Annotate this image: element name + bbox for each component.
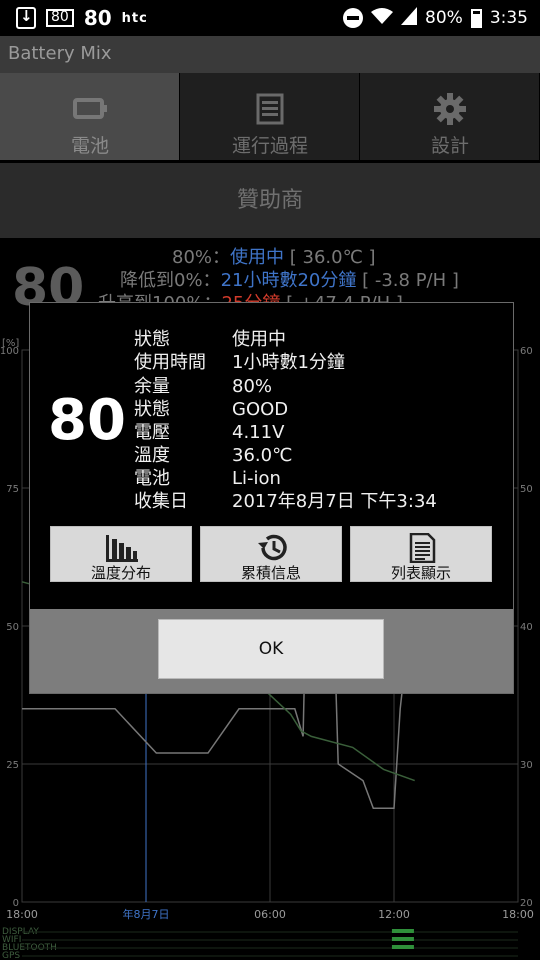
lane-label: GPS — [2, 951, 20, 960]
battery-level-indicator: 80 — [83, 6, 112, 30]
dialog-row: 使用時間 1小時數1分鐘 — [134, 348, 345, 374]
y-tick-label-right: 30 — [520, 760, 533, 771]
ok-button[interactable]: OK — [158, 619, 384, 679]
tab-bar: 電池 運行過程 設計 — [0, 73, 540, 160]
dialog-row-value: 2017年8月7日 下午3:34 — [232, 491, 437, 512]
y-tick-label-left: 75 — [6, 484, 19, 495]
summary-line-charge: 升高到100%：25分鐘 [ +47.4 P/H ] — [98, 289, 403, 303]
dialog-content: 80 狀態 使用中 使用時間 1小時數1分鐘 余量 80% 狀態 GOOD 電壓 4.11… — [30, 303, 513, 609]
status-bar-right: 80% 3:35 — [343, 4, 528, 32]
dialog-row-value: Li-ion — [232, 468, 281, 489]
battery-icon — [470, 8, 482, 28]
gear-icon — [432, 93, 468, 125]
tab-battery[interactable]: 電池 — [0, 73, 180, 160]
button-label: 列表顯示 — [390, 564, 451, 582]
lane-activity-bar — [391, 929, 414, 933]
x-tick-label: 06:00 — [254, 908, 286, 921]
battery-percent: 80% — [425, 8, 463, 28]
summary-prefix: 80%： — [172, 247, 231, 268]
y-tick-label-left: 25 — [6, 760, 19, 771]
signal-icon — [401, 6, 418, 30]
battery-badge-icon: 80 — [46, 9, 74, 27]
list-icon — [252, 93, 288, 125]
clock: 3:35 — [489, 8, 528, 28]
cumulative-info-button[interactable]: 累積信息 — [200, 526, 342, 582]
dialog-row-key: 收集日 — [134, 491, 188, 512]
app-bar: Battery Mix — [0, 36, 540, 73]
dialog-row-value: GOOD — [232, 399, 289, 420]
app-title: Battery Mix — [8, 43, 112, 64]
lane-activity-bar — [391, 945, 414, 949]
button-label: 累積信息 — [240, 564, 301, 582]
download-icon — [16, 7, 36, 29]
do-not-disturb-icon — [343, 8, 364, 28]
status-bar-left: 80 80 htc — [16, 4, 148, 32]
tab-label: 運行過程 — [231, 135, 308, 157]
y-unit-label: [%] — [2, 338, 19, 349]
battery-info-dialog: 80 狀態 使用中 使用時間 1小時數1分鐘 余量 80% 狀態 GOOD 電壓 4.11… — [29, 302, 514, 694]
tab-process[interactable]: 運行過程 — [180, 73, 360, 160]
dialog-row-value: 80% — [232, 376, 273, 397]
x-tick-label: 12:00 — [378, 908, 410, 921]
document-icon — [405, 532, 439, 564]
list-view-button[interactable]: 列表顯示 — [350, 526, 492, 582]
summary-prefix: 降低到0%： — [120, 270, 221, 291]
summary-status: 使用中 — [230, 247, 285, 268]
tab-label: 設計 — [430, 135, 469, 157]
status-bar: 80 80 htc 80% 3:35 — [0, 0, 540, 36]
button-label: 溫度分布 — [90, 564, 151, 582]
lane-activity-bar — [391, 937, 414, 941]
summary-drain-rate: [ -3.8 P/H ] — [362, 270, 459, 291]
bar-chart-icon — [105, 533, 139, 563]
y-tick-label-right: 40 — [520, 622, 533, 633]
dialog-battery-level: 80 — [48, 388, 126, 453]
y-tick-label-right: 60 — [520, 346, 533, 357]
y-tick-label-right: 50 — [520, 484, 533, 495]
y-tick-label-left: 50 — [6, 622, 19, 633]
summary-drain-time: 21小時數20分鐘 — [220, 270, 357, 291]
dialog-row-value: 36.0℃ — [232, 445, 293, 466]
tab-label: 電池 — [70, 135, 109, 157]
dialog-row-key: 使用時間 — [134, 352, 206, 373]
history-icon — [255, 533, 289, 563]
tab-settings[interactable]: 設計 — [360, 73, 540, 160]
temperature-distribution-button[interactable]: 溫度分布 — [50, 526, 192, 582]
dialog-row: 收集日 2017年8月7日 下午3:34 — [134, 487, 437, 513]
summary-temp: [ 36.0℃ ] — [289, 247, 376, 268]
x-tick-label: 18:00 — [6, 908, 38, 921]
battery-icon — [72, 93, 108, 125]
x-tick-label: 18:00 — [502, 908, 534, 921]
dialog-row-value: 1小時數1分鐘 — [232, 352, 345, 373]
wifi-icon — [371, 7, 394, 30]
sponsor-banner[interactable]: 贊助商 — [0, 163, 540, 238]
date-marker-label: 年8月7日 — [123, 907, 170, 921]
carrier-label: htc — [121, 10, 148, 26]
dialog-row-value: 4.11V — [232, 422, 285, 443]
